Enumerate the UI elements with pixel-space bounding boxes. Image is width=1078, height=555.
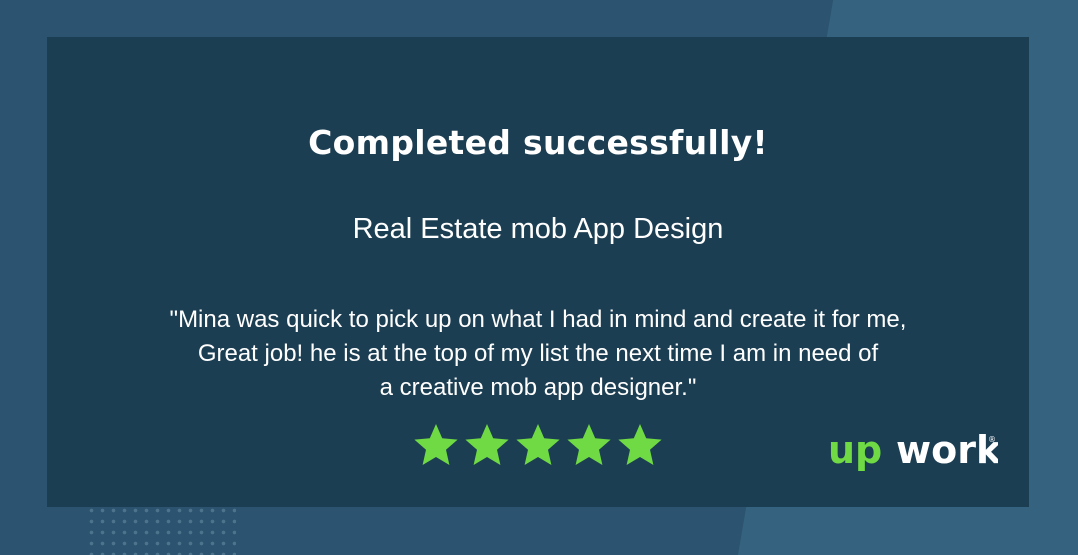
star-icon xyxy=(567,424,611,465)
star-icon xyxy=(618,424,662,465)
review-quote-line: Great job! he is at the top of my list t… xyxy=(197,340,879,367)
review-quote: "Mina was quick to pick up on what I had… xyxy=(107,303,969,405)
review-quote-line: "Mina was quick to pick up on what I had… xyxy=(169,306,907,333)
upwork-logo-mark: up work ® xyxy=(828,428,998,472)
review-title: Completed successfully! xyxy=(308,123,768,162)
review-quote-line: a creative mob app designer." xyxy=(379,374,697,401)
upwork-logo: up work ® xyxy=(828,427,998,477)
project-name: Real Estate mob App Design xyxy=(352,213,724,245)
background-dot-pattern xyxy=(86,505,236,555)
upwork-logo-work: work xyxy=(896,428,998,472)
star-icon xyxy=(516,424,560,465)
registered-mark: ® xyxy=(988,435,996,444)
upwork-logo-up: up xyxy=(828,428,882,472)
star-icon xyxy=(465,424,509,465)
star-icon xyxy=(414,424,458,465)
